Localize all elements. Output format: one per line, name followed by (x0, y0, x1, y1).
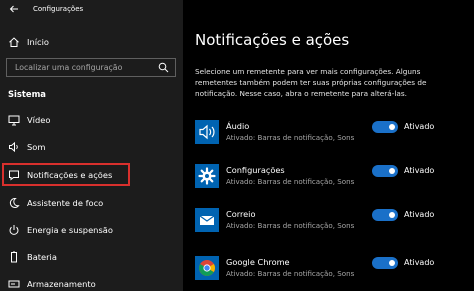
sidebar-item-label: Início (27, 37, 49, 47)
chrome-icon (195, 256, 219, 280)
audio-icon (195, 120, 219, 144)
sidebar: Configurações Início Localizar uma confi… (0, 0, 183, 291)
window-title: Configurações (33, 5, 84, 13)
app-row-audio[interactable]: Áudio Ativado: Barras de notificação, So… (195, 120, 465, 148)
sidebar-item-label: Assistente de foco (27, 198, 104, 208)
app-row-chrome[interactable]: Google Chrome Ativado: Barras de notific… (195, 256, 465, 284)
back-arrow-icon[interactable] (9, 4, 19, 14)
selection-highlight (2, 163, 130, 186)
sidebar-item-home[interactable]: Início (0, 31, 183, 53)
speaker-icon (9, 141, 18, 153)
sidebar-item-battery[interactable]: Bateria (0, 246, 183, 268)
app-name: Áudio (226, 121, 250, 131)
toggle-label: Ativado (404, 258, 435, 267)
section-header: Sistema (8, 89, 46, 99)
app-row-mail[interactable]: Correio Ativado: Barras de notificação, … (195, 208, 465, 236)
page-description: Selecione um remetente para ver mais con… (195, 67, 427, 98)
toggle-switch[interactable] (372, 165, 398, 177)
sidebar-item-video[interactable]: Vídeo (0, 109, 183, 131)
moon-icon (9, 197, 20, 208)
toggle-switch[interactable] (372, 209, 398, 221)
app-status: Ativado: Barras de notificação, Sons (226, 221, 355, 230)
sidebar-item-focus-assist[interactable]: Assistente de foco (0, 192, 183, 214)
sidebar-item-label: Energia e suspensão (27, 225, 113, 235)
toggle-label: Ativado (404, 210, 435, 219)
storage-icon (8, 280, 20, 288)
toggle-label: Ativado (404, 122, 435, 131)
search-placeholder: Localizar uma configuração (15, 63, 123, 72)
toggle-label: Ativado (404, 166, 435, 175)
sidebar-item-sound[interactable]: Som (0, 136, 183, 158)
sidebar-item-label: Armazenamento (27, 279, 96, 289)
app-name: Google Chrome (226, 257, 290, 267)
monitor-icon (8, 115, 20, 126)
sidebar-item-storage[interactable]: Armazenamento (0, 273, 183, 291)
app-name: Correio (226, 209, 256, 219)
search-input[interactable]: Localizar uma configuração (6, 58, 176, 77)
sidebar-item-label: Vídeo (27, 115, 51, 125)
home-icon (9, 37, 19, 47)
app-status: Ativado: Barras de notificação, Sons (226, 269, 355, 278)
sidebar-item-label: Som (27, 142, 46, 152)
app-status: Ativado: Barras de notificação, Sons (226, 177, 355, 186)
toggle-switch[interactable] (372, 257, 398, 269)
settings-gear-icon (195, 164, 219, 188)
search-icon[interactable] (158, 62, 169, 73)
app-status: Ativado: Barras de notificação, Sons (226, 133, 355, 142)
toggle-switch[interactable] (372, 121, 398, 133)
app-name: Configurações (226, 165, 285, 175)
battery-icon (11, 251, 17, 263)
page-title: Notificações e ações (195, 31, 350, 49)
mail-icon (195, 208, 219, 232)
main-content: Notificações e ações Selecione um remete… (183, 0, 474, 291)
power-icon (9, 225, 19, 235)
sidebar-item-power[interactable]: Energia e suspensão (0, 219, 183, 241)
app-row-settings[interactable]: Configurações Ativado: Barras de notific… (195, 164, 465, 192)
sidebar-item-label: Bateria (27, 252, 57, 262)
